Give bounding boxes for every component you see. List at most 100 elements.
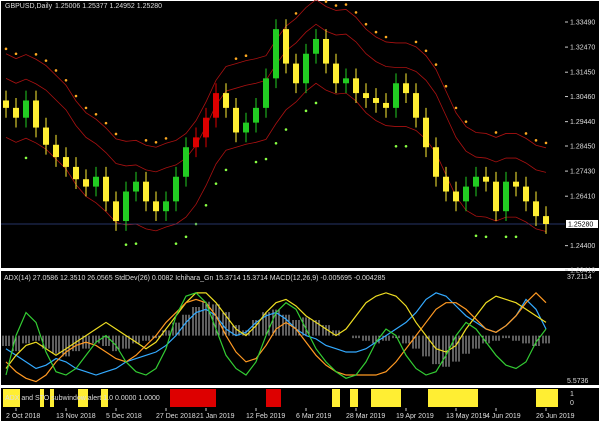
candle-body [483, 176, 489, 182]
trailing-stop-dot [294, 12, 298, 15]
trailing-stop-dot [94, 112, 98, 116]
candle-body [313, 38, 319, 54]
candle-body [33, 100, 39, 128]
trailing-stop-dot [454, 106, 458, 110]
candle-body [123, 191, 129, 222]
trailing-stop-dot [4, 47, 8, 51]
candle-body [263, 78, 269, 108]
candle-body [383, 102, 389, 108]
trailing-stop-dot [164, 137, 168, 140]
date-tick-label: 12 Feb 2019 [246, 413, 285, 420]
date-tick-label: 28 Mar 2019 [346, 413, 385, 420]
indicator-axis [565, 271, 599, 385]
trailing-stop-dot [354, 11, 358, 14]
candle-body [133, 181, 139, 192]
candle-body [193, 137, 199, 148]
date-tick-label: 4 Jun 2019 [486, 413, 521, 420]
trailing-stop-dot [14, 52, 18, 56]
trailing-stop-dot [344, 3, 348, 6]
candle-body [433, 147, 439, 177]
trailing-stop-dot [134, 242, 138, 245]
candle-body [523, 186, 529, 202]
trailing-stop-dot [24, 156, 28, 160]
candle-body [83, 179, 89, 187]
candle-body [373, 98, 379, 103]
trailing-stop-dot [64, 79, 68, 82]
trailing-stop-dot [504, 235, 508, 239]
candle-body [113, 201, 119, 222]
trailing-stop-dot [464, 120, 468, 123]
candle-body [423, 117, 429, 148]
trailing-stop-dot [444, 84, 448, 88]
candle-body [293, 63, 299, 84]
candle-body [173, 176, 179, 202]
price-tick-label: 1.30460 [570, 94, 595, 101]
trailing-stop-dot [424, 49, 428, 53]
trailing-stop-dot [254, 160, 258, 164]
trailing-stop-dot [214, 182, 218, 185]
candle-body [493, 181, 499, 212]
candle-body [233, 107, 239, 133]
candle-body [53, 144, 59, 158]
trailing-stop-dot [314, 101, 318, 105]
trailing-stop-dot [224, 168, 228, 172]
price-tick-label: 1.27430 [570, 169, 595, 176]
candle-body [253, 107, 259, 123]
trailing-stop-dot [74, 94, 78, 98]
trailing-stop-dot [144, 139, 148, 142]
trailing-stop-dot [204, 203, 208, 207]
candle-body [143, 181, 149, 202]
price-tick-label: 1.26410 [570, 194, 595, 201]
trailing-stop-dot [484, 235, 488, 239]
candle-body [393, 83, 399, 108]
alert-segment-red [170, 389, 216, 407]
candle-body [23, 100, 29, 118]
candle-body [13, 107, 19, 118]
trailing-stop-dot [184, 235, 188, 239]
candle-body [43, 127, 49, 145]
candle-body [403, 83, 409, 94]
indicator-axis-top: 37.2114 [567, 274, 592, 281]
date-tick-label: 21 Jan 2019 [196, 413, 235, 420]
trailing-stop-dot [174, 242, 178, 245]
trailing-stop-dot [434, 63, 438, 66]
trailing-stop-dot [544, 141, 548, 145]
chart-window: 1.33490 1.32470 1.31450 1.30460 1.29440 1.284… [0, 0, 600, 427]
trailing-stop-dot [414, 40, 418, 44]
candle-body [73, 166, 79, 180]
candle-body [503, 181, 509, 212]
candle-body [273, 29, 279, 79]
alert-axis-top: 1 [570, 391, 574, 398]
indicator-axis-bottom: 5.5736 [567, 378, 589, 385]
candle-body [473, 176, 479, 187]
alert-segment-red [266, 389, 281, 407]
candle-body [303, 53, 309, 84]
trailing-stop-dot [44, 59, 48, 62]
date-tick-label: 13 May 2019 [446, 413, 487, 420]
trailing-stop-dot [274, 141, 278, 145]
trailing-stop-dot [264, 157, 268, 161]
date-tick-label: 13 Nov 2018 [56, 413, 96, 420]
indicator-legend: ADX(14) 27.0586 12.3510 26.0565 StdDev(2… [4, 275, 385, 282]
date-tick-label: 19 Apr 2019 [396, 413, 434, 420]
trailing-stop-dot [244, 54, 248, 58]
candle [273, 19, 279, 89]
alert-segment-yellow [371, 389, 401, 407]
alert-panel-label: ADX and STO subwindow alert 1.0 0.0000 1… [5, 395, 160, 402]
price-tick-label: 1.28450 [570, 144, 595, 151]
trailing-stop-dot [284, 128, 288, 131]
candle-body [223, 93, 229, 108]
ohlc-values: 1.25006 1.25377 1.24952 1.25280 [55, 3, 162, 10]
candle-body [153, 201, 159, 212]
price-tick-label: 1.29440 [570, 119, 595, 126]
trailing-stop-dot [474, 234, 478, 238]
trailing-stop-dot [324, 0, 328, 3]
candle-body [323, 38, 329, 64]
trailing-stop-dot [304, 109, 308, 113]
price-tick-label: 1.33490 [570, 20, 595, 27]
candle-body [213, 93, 219, 118]
trailing-stop-dot [534, 139, 538, 142]
candle-body [243, 122, 249, 133]
candle-body [463, 186, 469, 202]
trailing-stop-dot [114, 132, 118, 136]
